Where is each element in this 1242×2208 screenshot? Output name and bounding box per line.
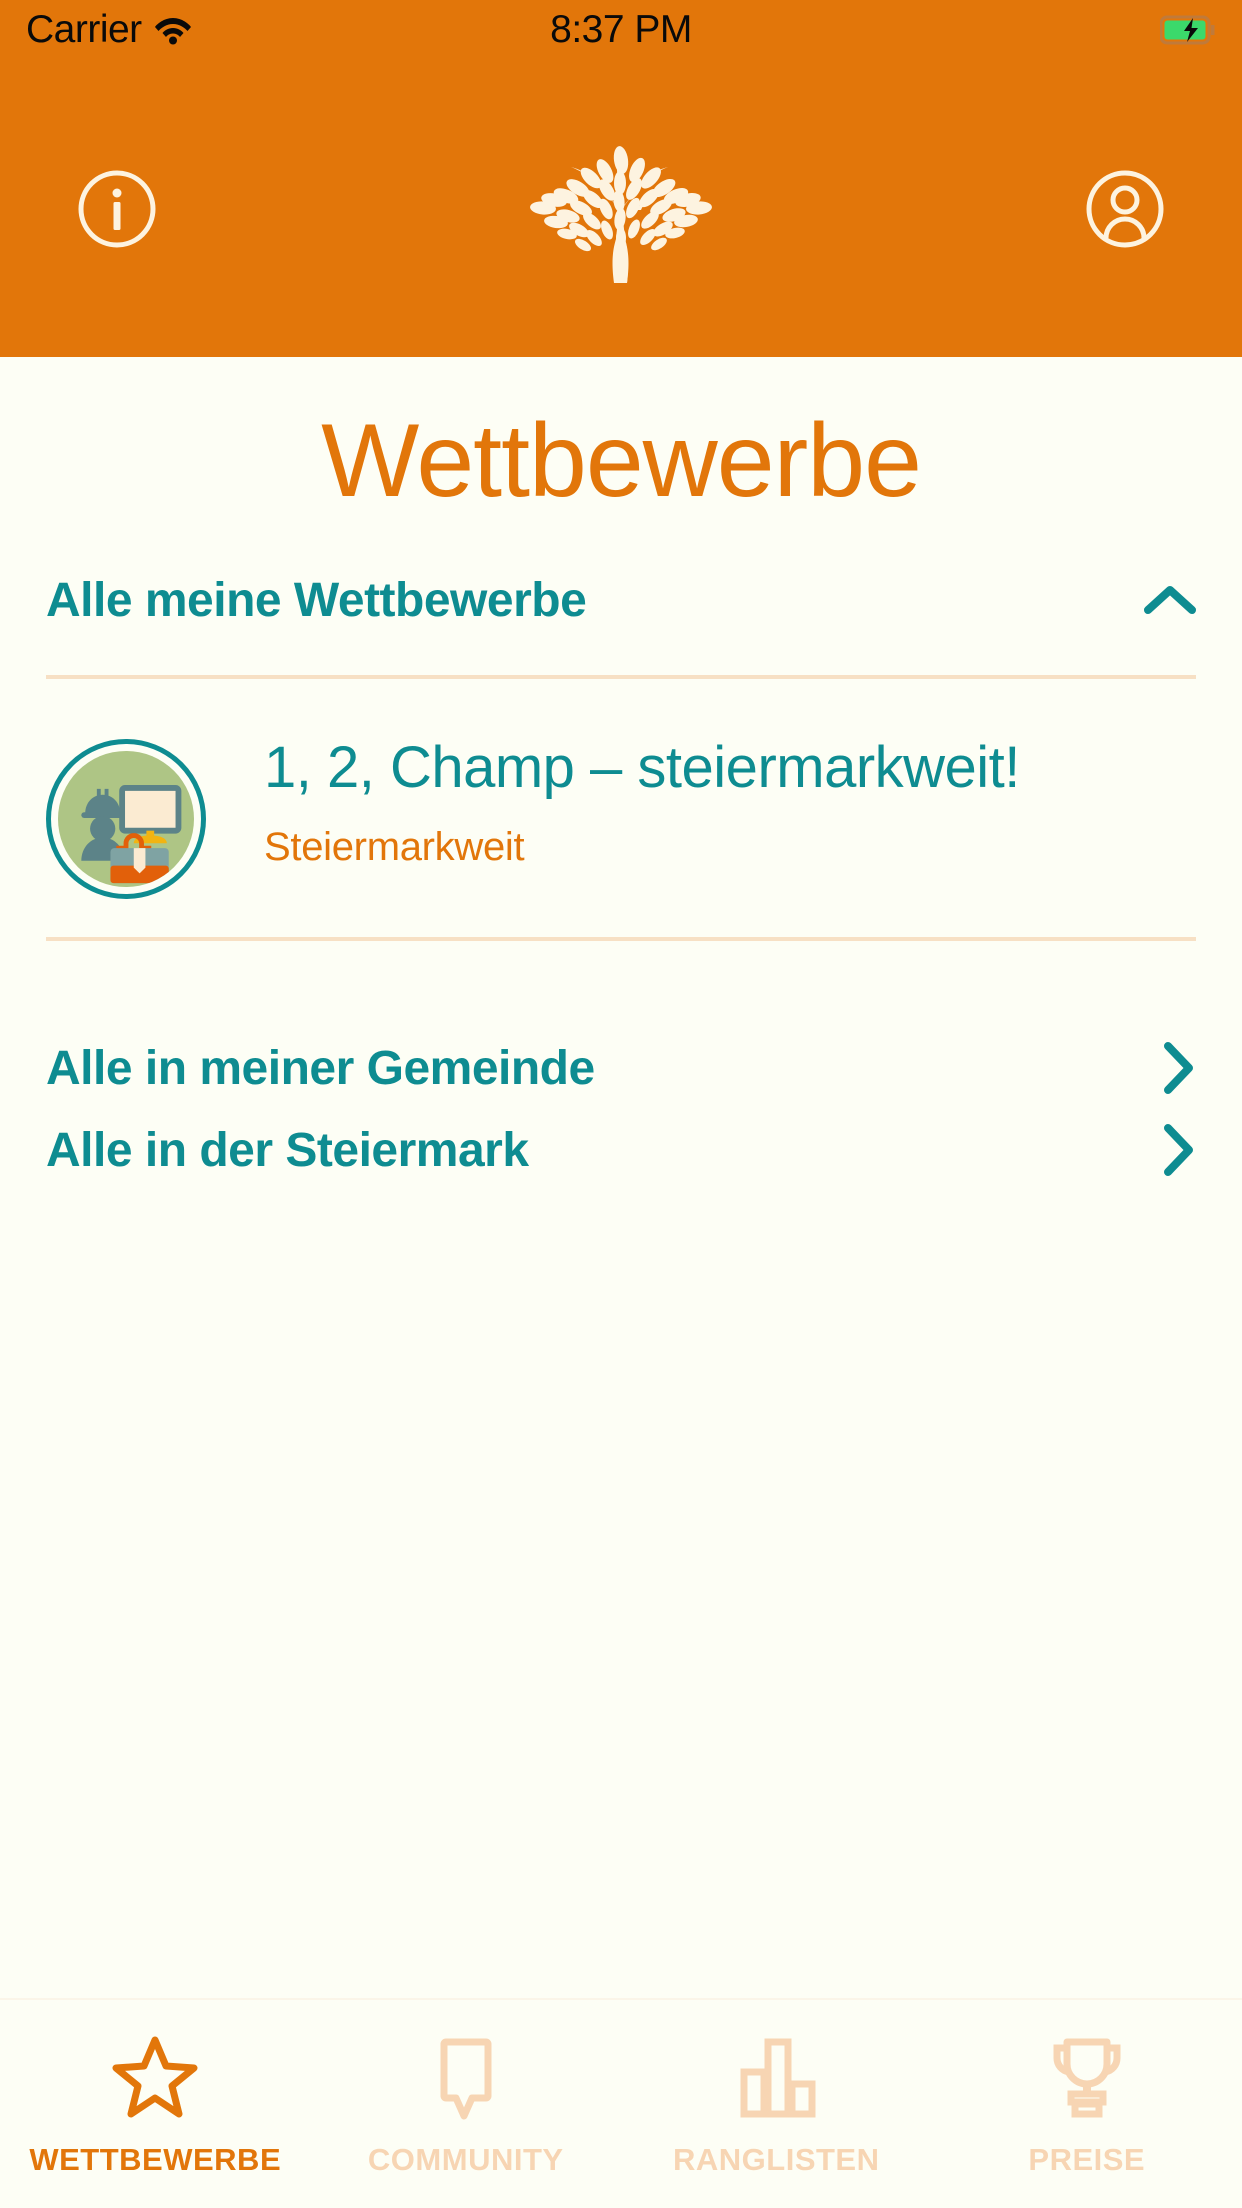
tab-wettbewerbe[interactable]: WETTBEWERBE [0, 2000, 311, 2208]
section-header-my-competitions[interactable]: Alle meine Wettbewerbe [0, 561, 1242, 639]
status-bar: Carrier 8:37 PM [0, 0, 1242, 60]
tab-preise[interactable]: PREISE [932, 2000, 1242, 2208]
chevron-right-icon[interactable] [1162, 1042, 1196, 1094]
bar-chart-icon [726, 2028, 826, 2128]
app-header [0, 60, 1242, 357]
competition-title: 1, 2, Champ – steiermarkweit! [264, 735, 1020, 800]
section-header-label: Alle meine Wettbewerbe [46, 573, 587, 627]
speech-bubble-icon [416, 2028, 516, 2128]
tree-logo-icon [521, 138, 721, 283]
tab-label: COMMUNITY [367, 2142, 564, 2177]
chevron-up-icon[interactable] [1144, 583, 1196, 617]
bottom-tab-bar: WETTBEWERBE COMMUNITY RANGLISTEN PREISE [0, 1998, 1242, 2208]
status-bar-right [1159, 15, 1216, 45]
wifi-icon [154, 15, 192, 45]
nav-row-gemeinde[interactable]: Alle in meiner Gemeinde [0, 1027, 1242, 1109]
battery-charging-icon [1159, 15, 1216, 45]
nav-row-steiermark[interactable]: Alle in der Steiermark [0, 1109, 1242, 1191]
account-button[interactable] [1084, 168, 1166, 250]
star-icon [105, 2028, 205, 2128]
info-circle-icon [76, 168, 158, 250]
list-item-text: 1, 2, Champ – steiermarkweit! Steiermark… [206, 727, 1020, 870]
status-bar-left: Carrier [26, 8, 192, 52]
list-item[interactable]: 1, 2, Champ – steiermarkweit! Steiermark… [0, 679, 1242, 899]
tab-label: RANGLISTEN [673, 2142, 880, 2177]
competition-subtitle: Steiermarkweit [264, 825, 525, 870]
tab-community[interactable]: COMMUNITY [311, 2000, 622, 2208]
avatar [46, 739, 206, 899]
tab-label: PREISE [1028, 2142, 1146, 2177]
nav-links: Alle in meiner Gemeinde Alle in der Stei… [0, 1027, 1242, 1191]
page-title: Wettbewerbe [321, 403, 922, 519]
tab-ranglisten[interactable]: RANGLISTEN [621, 2000, 932, 2208]
account-circle-icon [1084, 168, 1166, 250]
worker-monitor-briefcase-icon [58, 751, 194, 887]
nav-row-label: Alle in meiner Gemeinde [46, 1041, 595, 1095]
info-button[interactable] [76, 168, 158, 250]
divider-bottom [46, 937, 1196, 941]
tab-label: WETTBEWERBE [29, 2142, 282, 2177]
trophy-icon [1037, 2028, 1137, 2128]
carrier-label: Carrier [26, 8, 142, 51]
nav-row-label: Alle in der Steiermark [46, 1123, 529, 1177]
chevron-right-icon[interactable] [1162, 1124, 1196, 1176]
